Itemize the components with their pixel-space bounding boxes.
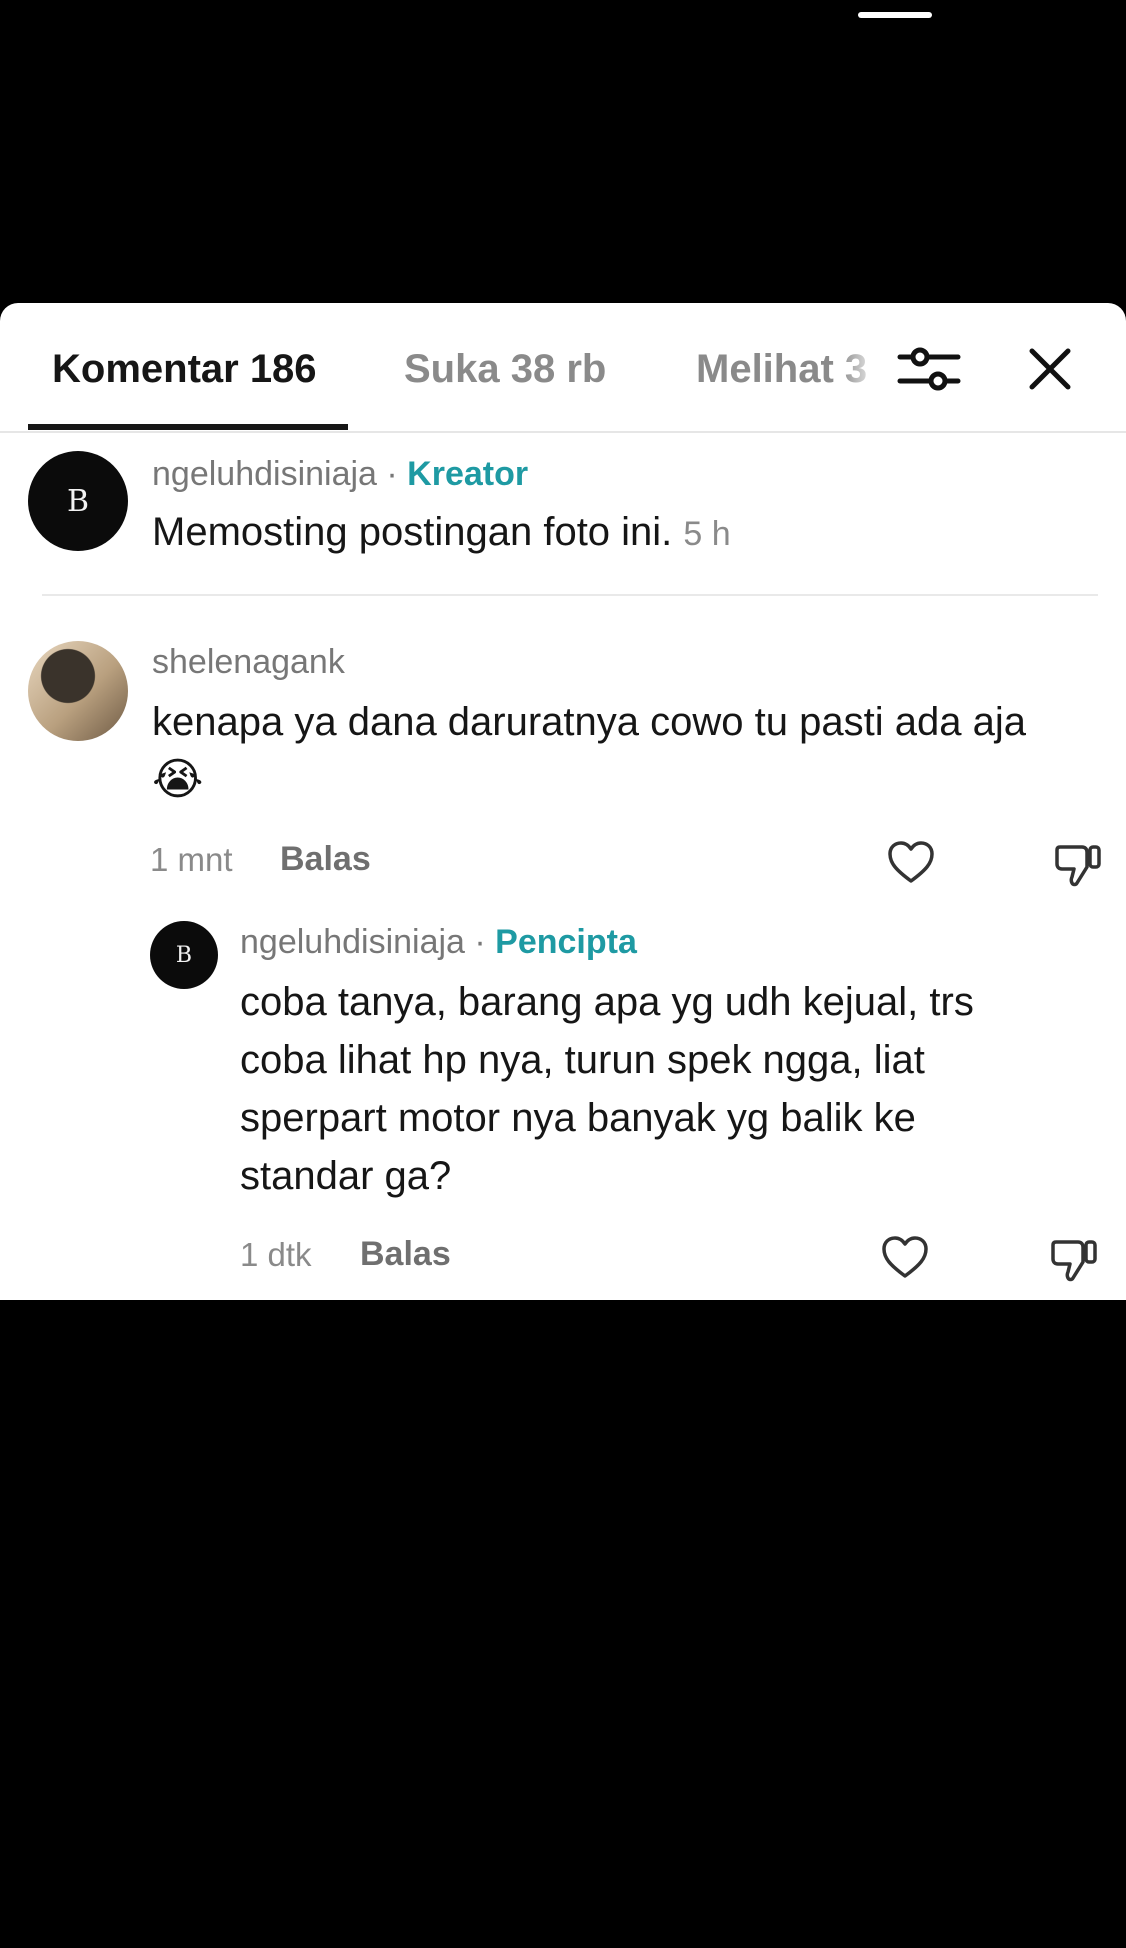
comment-body: kenapa ya dana daruratnya cowo tu pasti …: [152, 693, 1112, 809]
avatar-letter: B: [175, 942, 193, 968]
active-tab-indicator: [28, 424, 348, 430]
avatar[interactable]: B: [28, 451, 128, 551]
username[interactable]: ngeluhdisiniaja: [152, 455, 377, 493]
creator-tag: Kreator: [407, 455, 529, 493]
tab-comments[interactable]: Komentar 186: [52, 347, 317, 392]
heart-outline-icon[interactable]: [886, 839, 936, 885]
comment-time: 5 h: [683, 515, 731, 553]
close-icon: [1029, 348, 1071, 390]
comment-line: sperpart motor nya banyak yg balik ke: [240, 1096, 916, 1140]
comment-text-line: Memosting postingan foto ini. 5 h: [152, 503, 731, 563]
tab-likes[interactable]: Suka 38 rb: [404, 347, 606, 392]
comment-time: 1 mnt: [150, 841, 233, 878]
comment-username-line: ngeluhdisiniaja · Pencipta: [240, 923, 637, 962]
tab-bar: Komentar 186 Suka 38 rb Melihat 3: [0, 303, 1126, 433]
divider: [42, 594, 1098, 596]
comment-text: Memosting postingan foto ini.: [152, 510, 673, 554]
comment-line: standar ga?: [240, 1154, 452, 1198]
avatar[interactable]: [28, 641, 128, 741]
avatar[interactable]: B: [150, 921, 218, 989]
home-indicator: [858, 12, 932, 18]
comment-body: coba tanya, barang apa yg udh kejual, tr…: [240, 973, 1110, 1205]
reply-button[interactable]: Balas: [360, 1235, 451, 1274]
comment-line: coba lihat hp nya, turun spek ngga, liat: [240, 1038, 925, 1082]
comment-text: kenapa ya dana daruratnya cowo tu pasti …: [152, 700, 1026, 744]
comment-time: 1 dtk: [240, 1236, 312, 1273]
username[interactable]: shelenagank: [152, 643, 345, 682]
reply-button[interactable]: Balas: [280, 840, 371, 879]
thumbs-down-icon[interactable]: [1048, 1234, 1100, 1284]
filter-button[interactable]: [894, 341, 964, 397]
comment-line: coba tanya, barang apa yg udh kejual, tr…: [240, 980, 974, 1024]
heart-outline-icon[interactable]: [880, 1234, 930, 1280]
comments-sheet: Komentar 186 Suka 38 rb Melihat 3 B ngel…: [0, 303, 1126, 1300]
comment-username-line: ngeluhdisiniaja · Kreator: [152, 455, 528, 494]
thumbs-down-icon[interactable]: [1052, 839, 1104, 889]
close-button[interactable]: [1024, 343, 1076, 395]
creator-tag: Pencipta: [495, 923, 637, 961]
tab-fade: [840, 333, 880, 403]
separator: ·: [464, 923, 496, 961]
username[interactable]: ngeluhdisiniaja: [240, 923, 465, 961]
crying-emoji: 😭: [152, 755, 204, 804]
separator: ·: [376, 455, 408, 493]
sliders-icon: [897, 347, 961, 391]
avatar-letter: B: [66, 483, 90, 519]
